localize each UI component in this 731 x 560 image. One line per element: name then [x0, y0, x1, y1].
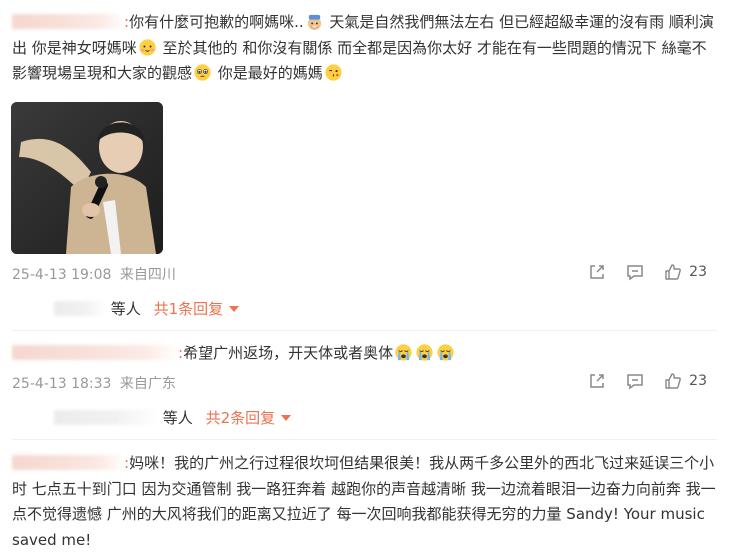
comment-2-text: :希望广州返场，开天体或者奥体 [12, 341, 717, 367]
crying-face-emoji-icon [416, 344, 433, 361]
comment-1-like-count: 23 [689, 264, 707, 280]
comment-1-actions: 23 [569, 262, 707, 282]
crying-face-emoji-icon [437, 344, 454, 361]
share-icon[interactable] [587, 262, 607, 282]
username-3[interactable] [12, 455, 124, 470]
chevron-down-icon[interactable] [281, 415, 292, 421]
comment-2-meta: 25-4-13 18:33 来自广东 [12, 373, 176, 393]
kissing-face-emoji-icon [325, 64, 342, 81]
username-1[interactable] [12, 14, 124, 29]
comment-2: :希望广州返场，开天体或者奥体 [12, 341, 717, 367]
reply-username-2[interactable] [54, 410, 158, 425]
crying-face-emoji-icon [395, 344, 412, 361]
comment-3: :妈咪！我的广州之行过程很坎坷但结果很美！我从两千多公里外的西北飞过来延误三个小… [12, 451, 717, 553]
chevron-down-icon[interactable] [229, 306, 240, 312]
share-icon[interactable] [587, 371, 607, 391]
comment-photo[interactable] [11, 102, 163, 254]
comment-2-time: 25-4-13 18:33 [12, 376, 112, 392]
comment-3-text: :妈咪！我的广州之行过程很坎坷但结果很美！我从两千多公里外的西北飞过来延误三个小… [12, 454, 716, 549]
divider [12, 439, 717, 440]
comment-1-source: 来自四川 [119, 267, 176, 283]
comment-1-reply-count[interactable]: 共1条回复 [154, 300, 224, 318]
divider [12, 330, 717, 331]
cute-face-emoji-icon [139, 38, 156, 56]
comment-icon[interactable] [625, 262, 645, 282]
username-2[interactable] [12, 345, 178, 360]
like-icon[interactable] [663, 262, 683, 282]
comment-1-text: :你有什麼可抱歉的啊媽咪.. 天氣是自然我們無法左右 但已經超級幸運的沒有雨 順… [12, 13, 714, 82]
comment-icon[interactable] [625, 371, 645, 391]
comment-1: :你有什麼可抱歉的啊媽咪.. 天氣是自然我們無法左右 但已經超級幸運的沒有雨 順… [12, 10, 717, 87]
like-icon[interactable] [663, 371, 683, 391]
concert-photo-image [11, 102, 163, 254]
grandpa-emoji-icon [307, 14, 321, 31]
reply-username-1[interactable] [54, 301, 106, 316]
comment-1-replies[interactable]: 等人 共1条回复 [54, 298, 240, 319]
comment-2-source: 来自广东 [119, 376, 176, 392]
pleading-face-emoji-icon [194, 64, 211, 81]
comment-2-like-count: 23 [689, 373, 707, 389]
comment-2-reply-count[interactable]: 共2条回复 [206, 409, 276, 427]
comment-2-replies[interactable]: 等人 共2条回复 [54, 407, 292, 428]
comment-1-meta: 25-4-13 19:08 来自四川 [12, 264, 176, 284]
comment-2-actions: 23 [569, 371, 707, 391]
comment-1-time: 25-4-13 19:08 [12, 267, 112, 283]
